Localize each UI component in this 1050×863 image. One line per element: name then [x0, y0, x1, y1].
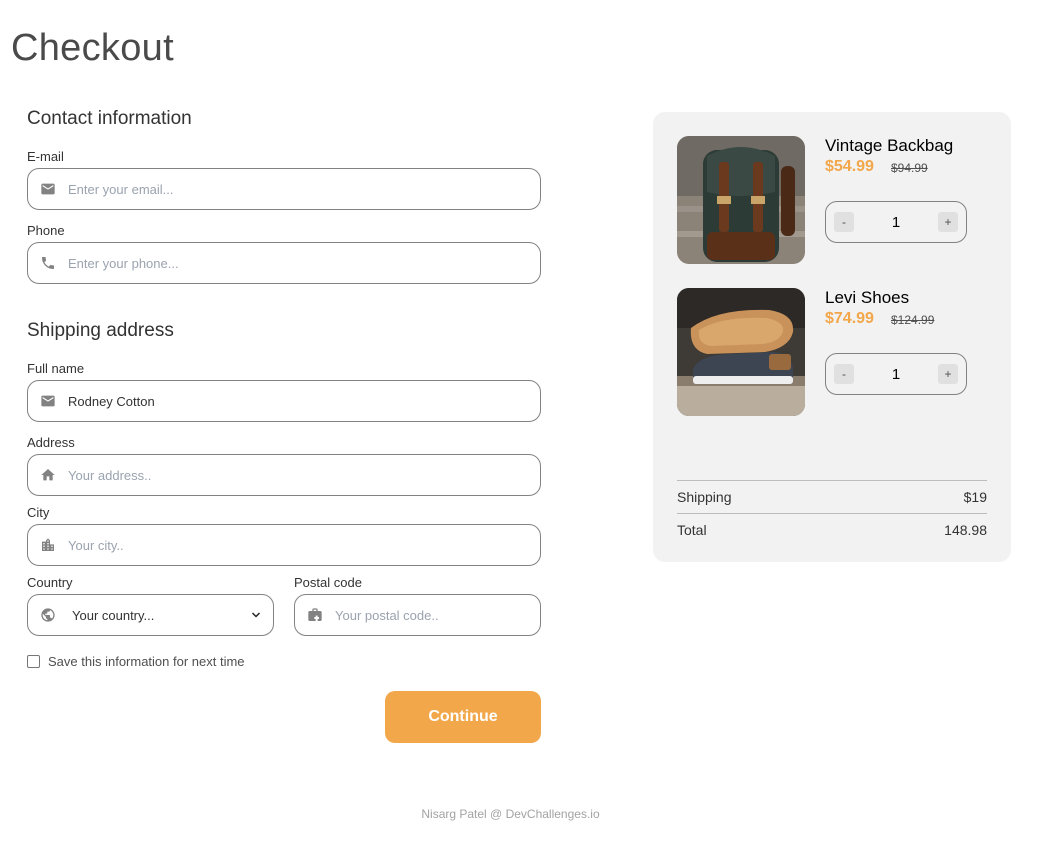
address-label: Address	[27, 435, 75, 450]
shipping-label: Shipping	[677, 489, 732, 505]
cart-item: Vintage Backbag $54.99 $94.99 - 1 +	[677, 136, 997, 264]
city-group: City	[27, 505, 541, 566]
contact-section-title: Contact information	[27, 108, 192, 129]
total-row: Total 148.98	[677, 522, 987, 538]
quantity-value: 1	[891, 365, 901, 383]
email-group: E-mail	[27, 149, 541, 210]
page-title: Checkout	[11, 27, 174, 69]
cart-item: Levi Shoes $74.99 $124.99 - 1 +	[677, 288, 997, 416]
continue-button[interactable]: Continue	[385, 691, 541, 743]
mail-icon	[28, 381, 68, 421]
chevron-down-icon[interactable]	[239, 609, 273, 621]
email-field[interactable]	[27, 168, 541, 210]
email-input[interactable]	[68, 169, 540, 209]
address-group: Address	[27, 435, 541, 496]
postal-input[interactable]	[335, 595, 540, 635]
fullname-input[interactable]	[68, 381, 540, 421]
address-field[interactable]	[27, 454, 541, 496]
decrement-button[interactable]: -	[834, 212, 854, 232]
postal-field[interactable]	[294, 594, 541, 636]
country-label: Country	[27, 575, 73, 590]
item-name: Levi Shoes	[825, 288, 910, 307]
item-name: Vintage Backbag	[825, 136, 954, 155]
shoes-photo-icon	[677, 288, 805, 416]
phone-input[interactable]	[68, 243, 540, 283]
increment-button[interactable]: +	[938, 212, 958, 232]
summary-divider	[677, 513, 987, 514]
city-input[interactable]	[68, 525, 540, 565]
total-value: 148.98	[944, 522, 987, 538]
total-label: Total	[677, 522, 707, 538]
city-label: City	[27, 505, 50, 520]
shipping-row: Shipping $19	[677, 489, 987, 505]
save-info-label: Save this information for next time	[48, 654, 245, 669]
quantity-value: 1	[891, 213, 901, 231]
backpack-photo-icon	[677, 136, 805, 264]
quantity-stepper: - 1 +	[825, 201, 967, 243]
decrement-button[interactable]: -	[834, 364, 854, 384]
cart-panel: Vintage Backbag $54.99 $94.99 - 1 + Levi…	[653, 112, 1011, 562]
globe-icon	[28, 595, 68, 635]
item-old-price: $94.99	[891, 161, 928, 175]
home-icon	[28, 455, 68, 495]
country-group: Country Your country...	[27, 575, 274, 636]
phone-icon	[28, 243, 68, 283]
fullname-group: Full name	[27, 361, 541, 422]
item-price: $54.99	[825, 158, 874, 175]
shipping-value: $19	[963, 489, 987, 505]
fullname-field[interactable]	[27, 380, 541, 422]
country-select[interactable]: Your country...	[27, 594, 274, 636]
mail-icon	[28, 169, 68, 209]
increment-button[interactable]: +	[938, 364, 958, 384]
address-input[interactable]	[68, 455, 540, 495]
phone-label: Phone	[27, 223, 65, 238]
shipping-section-title: Shipping address	[27, 320, 174, 341]
postal-label: Postal code	[294, 575, 362, 590]
fullname-label: Full name	[27, 361, 85, 376]
item-price: $74.99	[825, 310, 874, 327]
city-field[interactable]	[27, 524, 541, 566]
quantity-stepper: - 1 +	[825, 353, 967, 395]
footer-credit: Nisarg Patel @ DevChallenges.io	[421, 807, 600, 821]
save-info-checkbox[interactable]	[27, 655, 40, 668]
phone-field[interactable]	[27, 242, 541, 284]
city-icon	[28, 525, 68, 565]
phone-group: Phone	[27, 223, 541, 284]
postal-group: Postal code	[294, 575, 541, 636]
mailbox-icon	[295, 595, 335, 635]
country-postal-row: Country Your country... Postal code	[27, 575, 541, 645]
item-old-price: $124.99	[891, 313, 935, 327]
save-info-row[interactable]: Save this information for next time	[27, 654, 245, 669]
email-label: E-mail	[27, 149, 64, 164]
summary-divider	[677, 480, 987, 481]
country-selected-value: Your country...	[72, 607, 155, 623]
